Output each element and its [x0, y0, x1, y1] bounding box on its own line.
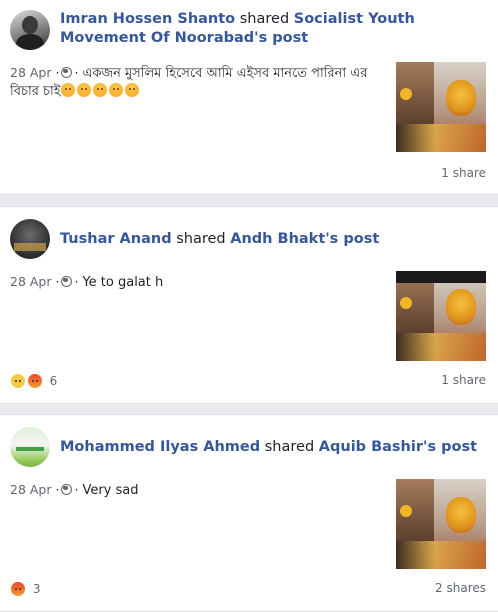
post-meta: 28 Apr · · Very sad — [10, 481, 380, 499]
globe-icon[interactable] — [61, 484, 73, 495]
thumbnail-top-band — [396, 271, 486, 283]
angry-reaction-icon — [10, 581, 26, 597]
share-count[interactable]: 1 share — [441, 166, 486, 180]
post-meta: 28 Apr · · Ye to galat h — [10, 273, 380, 291]
avatar-stripe — [16, 447, 44, 451]
reaction-summary[interactable]: 6 — [10, 373, 57, 389]
author-link[interactable]: Imran Hossen Shanto — [60, 11, 235, 27]
avatar-band — [14, 243, 46, 251]
shared-verb: shared — [176, 231, 226, 247]
avatar-body — [16, 34, 44, 50]
separator-dot: · — [74, 482, 79, 497]
post-header: Imran Hossen Shanto shared Socialist You… — [60, 10, 480, 48]
separator-dot: · — [55, 274, 60, 289]
angry-face-emoji — [76, 83, 91, 97]
post-date[interactable]: 28 Apr — [10, 65, 52, 80]
post-thumbnail[interactable] — [396, 271, 486, 361]
angry-face-emoji — [92, 83, 107, 97]
shared-verb: shared — [239, 11, 290, 27]
author-link[interactable]: Tushar Anand — [60, 231, 172, 247]
reaction-summary[interactable]: 3 — [10, 581, 40, 597]
angry-reaction-icon — [26, 373, 43, 389]
thumbnail-lower-band — [396, 124, 486, 152]
separator-dot: · — [74, 65, 79, 80]
share-count[interactable]: 1 share — [441, 373, 486, 387]
separator-dot: · — [55, 482, 60, 497]
post-thumbnail[interactable] — [396, 62, 486, 152]
thumbnail-small-face — [400, 505, 412, 517]
globe-icon[interactable] — [61, 276, 73, 287]
thumbnail-face — [446, 289, 476, 325]
avatar[interactable] — [10, 10, 50, 50]
author-link[interactable]: Mohammed Ilyas Ahmed — [60, 439, 260, 455]
post-text: Ye to galat h — [82, 275, 164, 290]
source-post-link[interactable]: Andh Bhakt's post — [230, 231, 379, 247]
separator-dot: · — [74, 274, 79, 289]
globe-icon[interactable] — [61, 67, 73, 78]
separator-dot: · — [55, 65, 60, 80]
thumbnail-small-face — [400, 297, 412, 309]
shared-verb: shared — [264, 439, 315, 455]
emoji-row — [60, 83, 141, 98]
angry-face-emoji — [124, 83, 139, 97]
avatar[interactable] — [10, 427, 50, 467]
source-post-link[interactable]: Aquib Bashir's post — [319, 439, 477, 455]
news-feed: Imran Hossen Shanto shared Socialist You… — [0, 0, 498, 612]
post-date[interactable]: 28 Apr — [10, 482, 52, 497]
avatar[interactable] — [10, 219, 50, 259]
thumbnail-lower-band — [396, 333, 486, 361]
thumbnail-face — [446, 497, 476, 533]
post-header: Tushar Anand shared Andh Bhakt's post — [60, 230, 480, 249]
post-meta: 28 Apr · · একজন মুসলিম হিসেবে আমি এইসব মা… — [10, 64, 380, 100]
sad-reaction-icon — [10, 373, 26, 389]
angry-face-emoji — [108, 83, 123, 97]
share-count[interactable]: 2 shares — [435, 581, 486, 595]
reaction-count: 3 — [32, 582, 41, 596]
shared-post: Imran Hossen Shanto shared Socialist You… — [0, 0, 498, 195]
shared-post: Tushar Anand shared Andh Bhakt's post 28… — [0, 206, 498, 404]
post-date[interactable]: 28 Apr — [10, 274, 52, 289]
thumbnail-lower-band — [396, 541, 486, 569]
post-thumbnail[interactable] — [396, 479, 486, 569]
angry-face-emoji — [60, 83, 75, 97]
post-text: Very sad — [82, 483, 139, 498]
thumbnail-face — [446, 80, 476, 116]
avatar-head — [22, 16, 38, 34]
reaction-count: 6 — [49, 374, 58, 388]
shared-post: Mohammed Ilyas Ahmed shared Aquib Bashir… — [0, 414, 498, 612]
post-header: Mohammed Ilyas Ahmed shared Aquib Bashir… — [60, 438, 480, 457]
thumbnail-small-face — [400, 88, 412, 100]
